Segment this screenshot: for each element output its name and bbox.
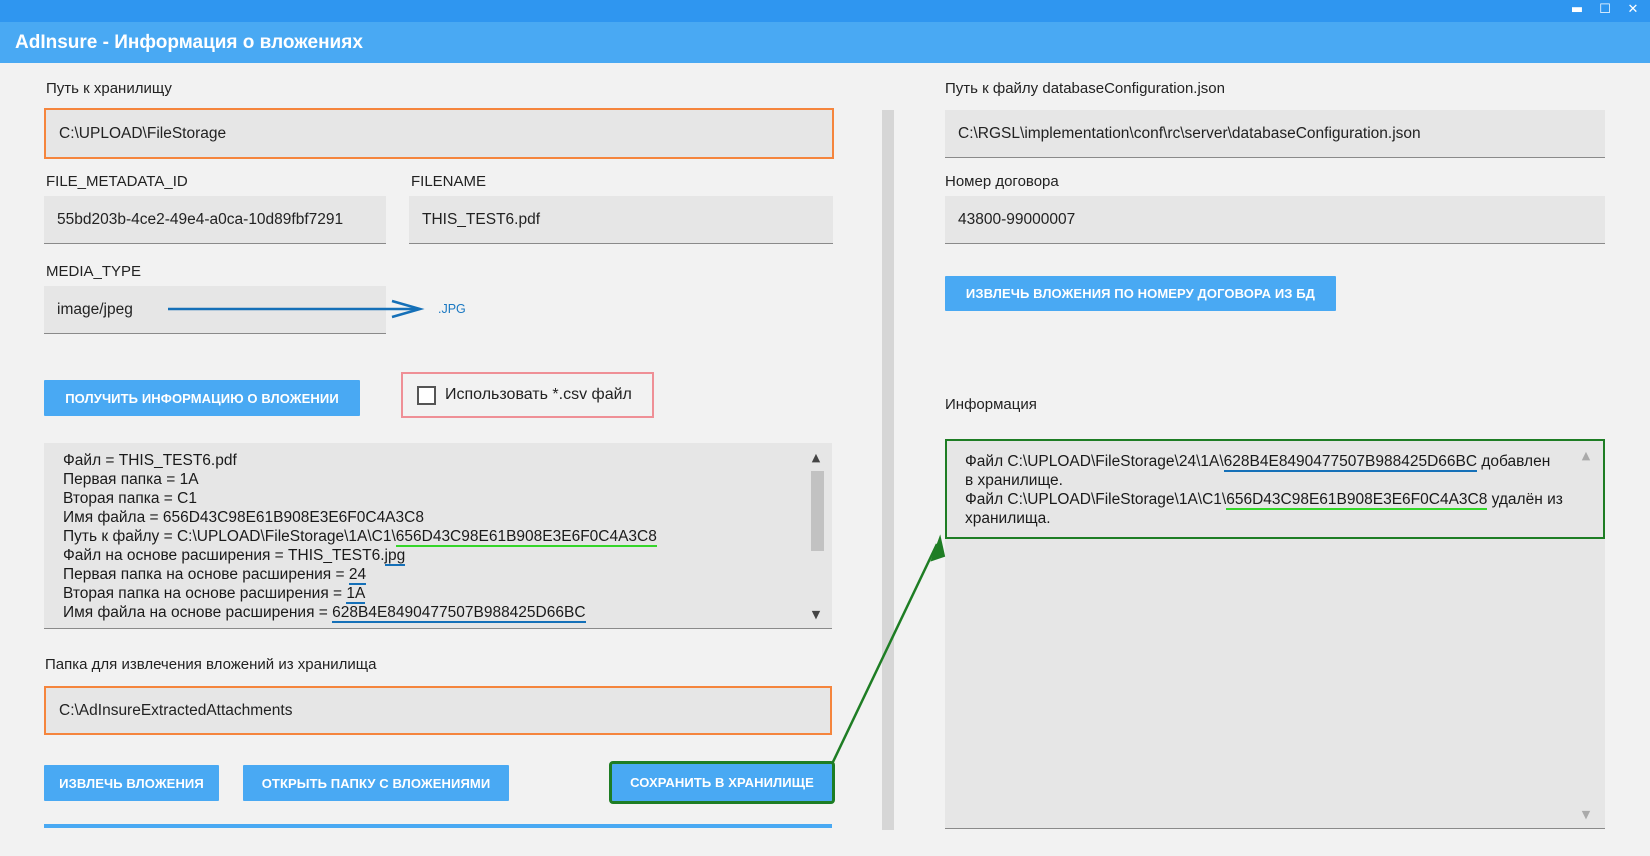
highlighted-value: 628B4E8490477507B988425D66BC xyxy=(332,604,586,623)
highlighted-value: 24 xyxy=(348,566,367,585)
info-line-2: в хранилище. xyxy=(965,472,1063,489)
contract-number-label: Номер договора xyxy=(945,173,1059,190)
highlighted-value: 656D43C98E61B908E3E6F0C4A3C8 xyxy=(395,528,657,547)
db-config-value: C:\RGSL\implementation\conf\rc\server\da… xyxy=(958,124,1421,142)
contract-number-input[interactable]: 43800-99000007 xyxy=(945,196,1605,244)
attachment-info-lines: Файл = THIS_TEST6.pdf Первая папка = 1A Вт… xyxy=(63,451,792,623)
column-divider[interactable] xyxy=(882,110,894,830)
window-top-strip: ▬ ☐ ✕ xyxy=(0,0,1650,22)
attachment-info-line: Вторая папка = C1 xyxy=(63,490,197,507)
info-scroll-up-icon[interactable]: ▲ xyxy=(1577,449,1595,462)
extract-folder-label: Папка для извлечения вложений из хранили… xyxy=(45,656,377,673)
attachment-info-line: Файл на основе расширения = THIS_TEST6.j… xyxy=(63,547,406,566)
attachment-info-textarea[interactable]: Файл = THIS_TEST6.pdf Первая папка = 1A Вт… xyxy=(44,443,832,629)
use-csv-label: Использовать *.csv файл xyxy=(445,386,632,403)
storage-path-value: C:\UPLOAD\FileStorage xyxy=(59,124,227,142)
save-to-storage-button[interactable]: СОХРАНИТЬ В ХРАНИЛИЩЕ xyxy=(609,761,835,804)
media-type-label: MEDIA_TYPE xyxy=(46,263,142,280)
open-attachments-folder-button[interactable]: ОТКРЫТЬ ПАПКУ С ВЛОЖЕНИЯМИ xyxy=(243,765,509,801)
storage-path-input[interactable]: C:\UPLOAD\FileStorage xyxy=(44,108,834,159)
title-bar: AdInsure - Информация о вложениях xyxy=(0,22,1650,63)
minimize-icon[interactable]: ▬ xyxy=(1570,2,1584,18)
attachment-info-line: Путь к файлу = C:\UPLOAD\FileStorage\1A\… xyxy=(63,528,657,547)
maximize-icon[interactable]: ☐ xyxy=(1598,2,1612,18)
use-csv-checkbox[interactable] xyxy=(417,385,436,405)
attachment-info-line: Имя файла = 656D43C98E61B908E3E6F0C4A3C8 xyxy=(63,509,424,526)
info-text: Файл C:\UPLOAD\FileStorage\24\1A\628B4E8… xyxy=(945,439,1605,539)
progress-bar xyxy=(44,824,832,828)
extract-folder-value: C:\AdInsureExtractedAttachments xyxy=(59,701,293,719)
info-scroll-down-icon[interactable]: ▼ xyxy=(1577,808,1595,821)
use-csv-option[interactable]: Использовать *.csv файл xyxy=(401,372,654,418)
attachment-info-line: Вторая папка на основе расширения = 1A xyxy=(63,585,366,604)
db-config-label: Путь к файлу databaseConfiguration.json xyxy=(945,80,1225,97)
info-label: Информация xyxy=(945,396,1037,413)
contract-number-value: 43800-99000007 xyxy=(958,210,1076,228)
highlighted-value: 1A xyxy=(346,585,366,604)
filename-label: FILENAME xyxy=(411,173,487,190)
scroll-thumb[interactable] xyxy=(811,471,824,551)
file-metadata-id-input[interactable]: 55bd203b-4ce2-49e4-a0ca-10d89fbf7291 xyxy=(44,196,386,244)
attachment-info-line: Первая папка на основе расширения = 24 xyxy=(63,566,367,585)
added-file-name: 628B4E8490477507B988425D66BC xyxy=(1223,453,1478,472)
window-controls: ▬ ☐ ✕ xyxy=(1570,2,1640,18)
info-line-4: хранилища. xyxy=(965,510,1051,527)
attachment-info-line: Первая папка = 1A xyxy=(63,471,199,488)
file-metadata-id-label: FILE_METADATA_ID xyxy=(46,173,188,190)
close-icon[interactable]: ✕ xyxy=(1626,2,1640,18)
extract-attachments-button[interactable]: ИЗВЛЕЧЬ ВЛОЖЕНИЯ xyxy=(44,765,219,801)
attachment-info-scrollbar[interactable]: ▲ ▼ xyxy=(808,451,824,622)
storage-path-label: Путь к хранилищу xyxy=(46,80,172,97)
file-metadata-id-value: 55bd203b-4ce2-49e4-a0ca-10d89fbf7291 xyxy=(57,210,344,228)
scroll-down-icon[interactable]: ▼ xyxy=(808,608,824,622)
attachment-info-line: Файл = THIS_TEST6.pdf xyxy=(63,452,237,469)
db-config-input[interactable]: C:\RGSL\implementation\conf\rc\server\da… xyxy=(945,110,1605,158)
filename-input[interactable]: THIS_TEST6.pdf xyxy=(409,196,833,244)
highlighted-value: jpg xyxy=(384,547,406,566)
scroll-up-icon[interactable]: ▲ xyxy=(808,451,824,465)
media-type-value: image/jpeg xyxy=(57,300,133,318)
info-line-1: Файл C:\UPLOAD\FileStorage\24\1A\628B4E8… xyxy=(965,453,1551,472)
attachment-info-line: Имя файла на основе расширения = 628B4E8… xyxy=(63,604,586,623)
window-title: AdInsure - Информация о вложениях xyxy=(15,32,363,53)
filename-value: THIS_TEST6.pdf xyxy=(422,210,541,228)
media-type-input[interactable]: image/jpeg xyxy=(44,286,386,334)
jpg-annotation: .JPG xyxy=(438,302,466,316)
extract-by-contract-button[interactable]: ИЗВЛЕЧЬ ВЛОЖЕНИЯ ПО НОМЕРУ ДОГОВОРА ИЗ Б… xyxy=(945,276,1336,311)
info-line-3: Файл C:\UPLOAD\FileStorage\1A\C1\656D43C… xyxy=(965,491,1563,510)
removed-file-name: 656D43C98E61B908E3E6F0C4A3C8 xyxy=(1226,491,1488,510)
get-info-button[interactable]: ПОЛУЧИТЬ ИНФОРМАЦИЮ О ВЛОЖЕНИИ xyxy=(44,380,360,416)
extract-folder-input[interactable]: C:\AdInsureExtractedAttachments xyxy=(44,686,832,735)
info-scrollbar[interactable]: ▲ ▼ xyxy=(1577,449,1595,821)
